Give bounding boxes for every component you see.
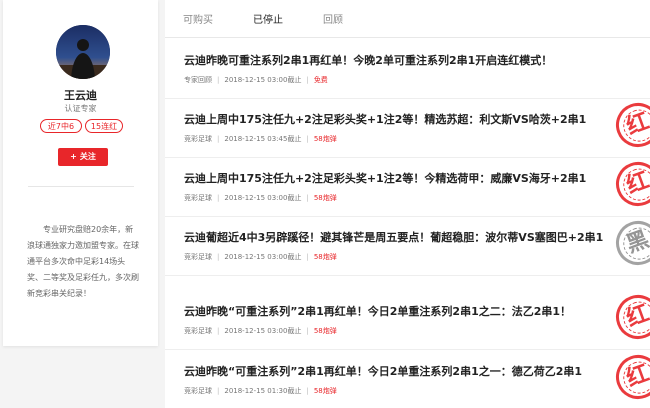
article-category: 竞彩足球	[184, 387, 212, 395]
article-meta: 竞彩足球 | 2018-12-15 03:00截止 | 58炮弹	[184, 327, 337, 335]
article-meta: 竞彩足球 | 2018-12-15 01:30截止 | 58炮弹	[184, 387, 337, 395]
article-category: 专家回顾	[184, 76, 212, 84]
article-title[interactable]: 云迪昨晚“可重注系列”2串1再红单！今日2单重注系列2串1之一：德乙荷乙2串1	[184, 363, 582, 379]
badge-recent-record: 近7中6	[40, 119, 82, 133]
article-price: 58炮弹	[313, 327, 337, 335]
article-meta: 竞彩足球 | 2018-12-15 03:00截止 | 58炮弹	[184, 253, 337, 261]
profile-divider	[28, 186, 134, 187]
avatar[interactable]	[56, 25, 110, 79]
article-row[interactable]: 云迪上周中175注任九+2注足彩头奖+1注2等！今精选荷甲：威廉VS海牙+2串1…	[165, 156, 650, 217]
article-row[interactable]: 云迪昨晚“可重注系列”2串1再红单！今日2单重注系列2串1之二：法乙2串1！ 竞…	[165, 289, 650, 350]
article-title[interactable]: 云迪上周中175注任九+2注足彩头奖+1注2等！今精选荷甲：威廉VS海牙+2串1	[184, 170, 586, 186]
article-deadline: 2018-12-15 03:00截止	[224, 76, 302, 84]
article-title[interactable]: 云迪昨晚可重注系列2串1再红单！今晚2单可重注系列2串1开启连红模式！	[184, 52, 552, 68]
follow-button[interactable]: + 关注	[58, 148, 108, 166]
article-title[interactable]: 云迪葡超近4中3另辟蹊径！避其锋芒是周五要点！葡超稳胆：波尔蒂VS塞图巴+2串1	[184, 229, 603, 245]
article-list-panel: 可购买 已停止 回顾 云迪昨晚可重注系列2串1再红单！今晚2单可重注系列2串1开…	[165, 0, 650, 408]
tab-stopped[interactable]: 已停止	[253, 11, 283, 26]
avatar-image	[56, 25, 110, 79]
expert-profile-card: 王云迪 认证专家 近7中6 15连红 + 关注 专业研究盘赔20余年，新浪球通独家…	[3, 0, 158, 346]
article-category: 竞彩足球	[184, 253, 212, 261]
article-meta: 竞彩足球 | 2018-12-15 03:45截止 | 58炮弹	[184, 135, 337, 143]
article-row[interactable]: 云迪上周中175注任九+2注足彩头奖+1注2等！精选苏超：利文斯VS哈茨+2串1…	[165, 97, 650, 158]
article-deadline: 2018-12-15 03:00截止	[224, 253, 302, 261]
result-stamp-red: 红	[609, 156, 650, 213]
tab-bar: 可购买 已停止 回顾	[165, 0, 650, 38]
follow-label: 关注	[79, 152, 96, 161]
badge-win-streak: 15连红	[85, 119, 123, 133]
article-price: 58炮弹	[313, 135, 337, 143]
article-row[interactable]: 云迪昨晚“可重注系列”2串1再红单！今日2单重注系列2串1之一：德乙荷乙2串1 …	[165, 349, 650, 408]
article-row[interactable]: 云迪葡超近4中3另辟蹊径！避其锋芒是周五要点！葡超稳胆：波尔蒂VS塞图巴+2串1…	[165, 215, 650, 276]
expert-bio: 专业研究盘赔20余年，新浪球通独家力邀加盟专家。在球通平台多次命中足彩14场头奖…	[27, 225, 139, 298]
result-stamp-red: 红	[609, 289, 650, 346]
article-price: 58炮弹	[313, 194, 337, 202]
article-price: 58炮弹	[313, 253, 337, 261]
article-price: 58炮弹	[313, 387, 337, 395]
article-deadline: 2018-12-15 03:45截止	[224, 135, 302, 143]
article-category: 竞彩足球	[184, 135, 212, 143]
article-deadline: 2018-12-15 03:00截止	[224, 327, 302, 335]
article-row[interactable]: 云迪昨晚可重注系列2串1再红单！今晚2单可重注系列2串1开启连红模式！ 专家回顾…	[165, 38, 650, 99]
article-price: 免费	[313, 76, 328, 84]
article-deadline: 2018-12-15 03:00截止	[224, 194, 302, 202]
result-stamp-red: 红	[609, 97, 650, 154]
tab-review[interactable]: 回顾	[323, 11, 343, 26]
tab-available[interactable]: 可购买	[183, 11, 213, 26]
result-stamp-black: 黑	[609, 215, 650, 272]
expert-name: 王云迪	[64, 89, 97, 102]
article-meta: 竞彩足球 | 2018-12-15 03:00截止 | 58炮弹	[184, 194, 337, 202]
article-category: 竞彩足球	[184, 327, 212, 335]
result-stamp-red: 红	[609, 349, 650, 406]
plus-icon: +	[70, 152, 77, 161]
article-category: 竞彩足球	[184, 194, 212, 202]
expert-role: 认证专家	[64, 104, 97, 113]
article-deadline: 2018-12-15 01:30截止	[224, 387, 302, 395]
article-meta: 专家回顾 | 2018-12-15 03:00截止 | 免费	[184, 76, 328, 84]
article-title[interactable]: 云迪上周中175注任九+2注足彩头奖+1注2等！精选苏超：利文斯VS哈茨+2串1	[184, 111, 586, 127]
article-title[interactable]: 云迪昨晚“可重注系列”2串1再红单！今日2单重注系列2串1之二：法乙2串1！	[184, 303, 571, 319]
